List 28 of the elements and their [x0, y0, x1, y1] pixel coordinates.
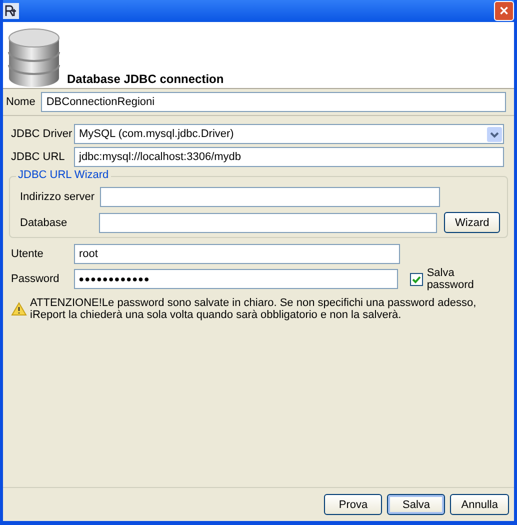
save-password-label: Salva password	[426, 267, 475, 291]
dialog-title: Database JDBC connection	[67, 72, 224, 86]
app-icon	[3, 3, 19, 19]
warning-text: ATTENZIONE!Le password sono salvate in chiaro. Se non specifichi una password adesso, iReport la chiederà una sola volta quando sarà obbligatorio e non la salverà.	[30, 297, 478, 321]
wizard-button[interactable]: Wizard	[444, 212, 500, 233]
driver-dropdown[interactable]: MySQL (com.mysql.jdbc.Driver)	[74, 124, 504, 144]
server-field[interactable]	[100, 187, 440, 207]
database-icon	[5, 26, 63, 88]
group-title: JDBC URL Wizard	[16, 169, 111, 181]
save-button[interactable]: Salva	[387, 494, 446, 515]
close-button[interactable]: ✕	[494, 1, 514, 21]
url-field[interactable]: jdbc:mysql://localhost:3306/mydb	[74, 147, 504, 167]
test-button[interactable]: Prova	[324, 494, 382, 515]
password-label: Password	[11, 273, 60, 285]
name-field[interactable]: DBConnectionRegioni	[41, 92, 506, 112]
user-label: Utente	[11, 248, 44, 260]
database-label: Database	[20, 216, 68, 228]
save-password-checkbox[interactable]	[410, 272, 423, 286]
name-label: Nome	[6, 96, 36, 108]
password-field[interactable]: ●●●●●●●●●●●●	[74, 269, 398, 289]
url-label: JDBC URL	[11, 151, 66, 163]
server-label: Indirizzo server	[20, 191, 96, 203]
warning-icon	[11, 302, 27, 316]
user-field[interactable]: root	[74, 244, 400, 264]
database-field[interactable]	[99, 212, 437, 232]
driver-label: JDBC Driver	[11, 128, 74, 140]
cancel-button[interactable]: Annulla	[450, 494, 509, 515]
chevron-down-icon	[487, 126, 502, 142]
